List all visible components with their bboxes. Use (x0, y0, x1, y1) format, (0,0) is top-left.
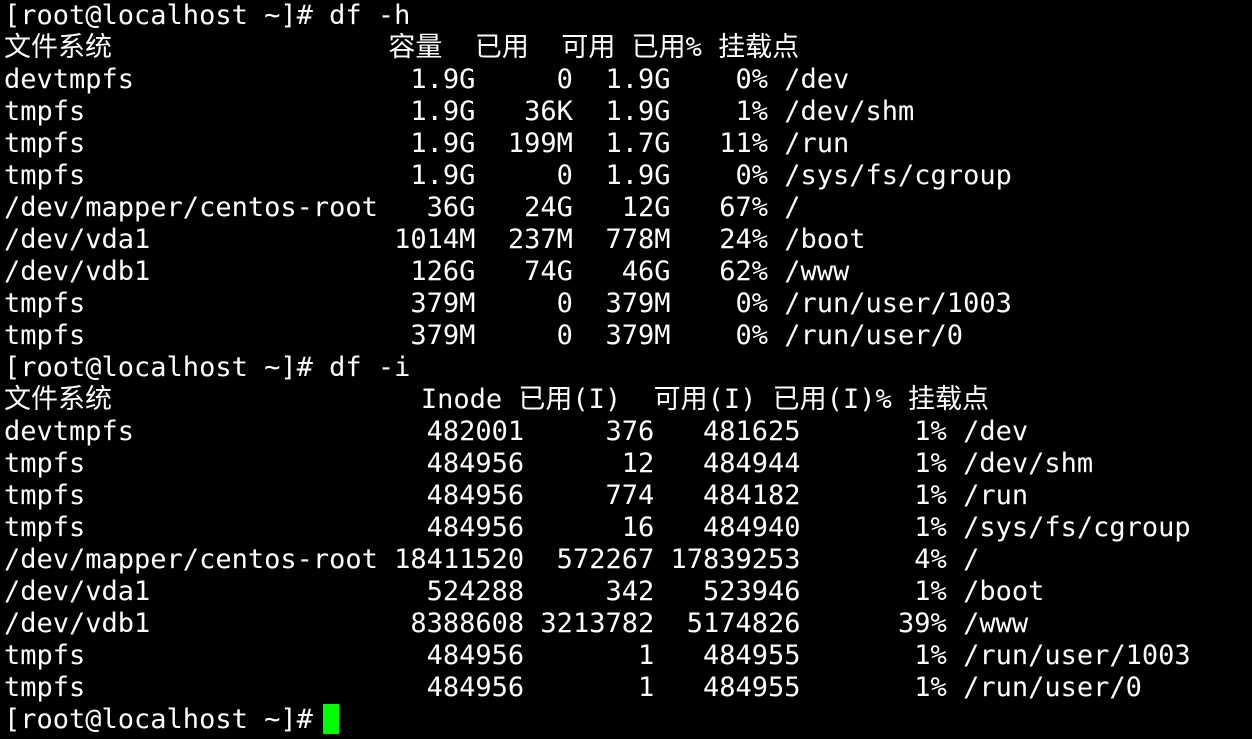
df-i-row: /dev/vda1 524288 342 523946 1% /boot (4, 576, 1045, 607)
df-h-row: tmpfs 1.9G 199M 1.7G 11% /run (4, 128, 850, 159)
df-i-row: tmpfs 484956 1 484955 1% /run/user/0 (4, 672, 1142, 703)
df-i-row: tmpfs 484956 16 484940 1% /sys/fs/cgroup (4, 512, 1191, 543)
df-h-row: tmpfs 1.9G 0 1.9G 0% /sys/fs/cgroup (4, 160, 1012, 191)
df-h-row: /dev/vdb1 126G 74G 46G 62% /www (4, 256, 850, 287)
text-cursor (323, 704, 339, 734)
df-i-row: tmpfs 484956 1 484955 1% /run/user/1003 (4, 640, 1191, 671)
df-h-header-row: 文件系统 容量 已用 可用 已用% 挂载点 (4, 32, 800, 63)
df-i-row: devtmpfs 482001 376 481625 1% /dev (4, 416, 1029, 447)
df-i-header-row: 文件系统 Inode 已用(I) 可用(I) 已用(I)% 挂载点 (4, 384, 989, 415)
df-i-row: tmpfs 484956 12 484944 1% /dev/shm (4, 448, 1094, 479)
df-i-row: tmpfs 484956 774 484182 1% /run (4, 480, 1029, 511)
shell-prompt[interactable]: [root@localhost ~]# (4, 704, 329, 736)
df-h-row: /dev/vda1 1014M 237M 778M 24% /boot (4, 224, 866, 255)
terminal-window[interactable]: [root@localhost ~]# df -h 文件系统 容量 已用 可用 … (0, 0, 1252, 739)
df-i-row: /dev/vdb1 8388608 3213782 5174826 39% /w… (4, 608, 1029, 639)
df-h-row: devtmpfs 1.9G 0 1.9G 0% /dev (4, 64, 850, 95)
command-line-df-i: [root@localhost ~]# df -i (4, 352, 411, 383)
command-line-df-h: [root@localhost ~]# df -h (4, 0, 411, 31)
df-i-row: /dev/mapper/centos-root 18411520 572267 … (4, 544, 980, 575)
df-h-row: /dev/mapper/centos-root 36G 24G 12G 67% … (4, 192, 801, 223)
df-h-row: tmpfs 379M 0 379M 0% /run/user/0 (4, 320, 964, 351)
df-h-row: tmpfs 1.9G 36K 1.9G 1% /dev/shm (4, 96, 915, 127)
df-h-row: tmpfs 379M 0 379M 0% /run/user/1003 (4, 288, 1012, 319)
